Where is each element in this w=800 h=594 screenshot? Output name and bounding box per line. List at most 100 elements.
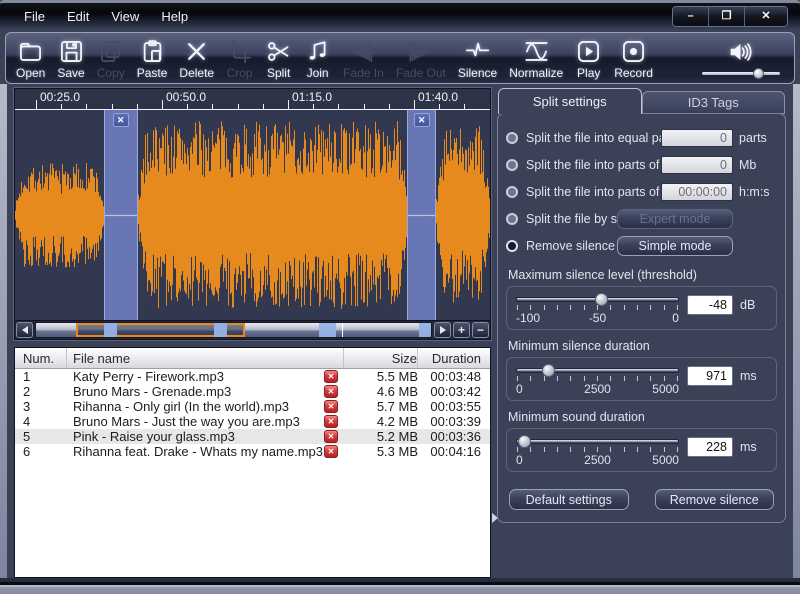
slider-groove[interactable]	[516, 368, 679, 373]
delete-file-button[interactable]: ✕	[324, 415, 338, 428]
option-label: Split the file into equal parts	[526, 131, 661, 145]
overview-silence-marker	[319, 323, 336, 337]
tab-id3-tags[interactable]: ID3 Tags	[642, 91, 786, 114]
tick-mark	[637, 376, 638, 381]
column-header-name[interactable]: File name	[67, 348, 344, 368]
table-row[interactable]: 3Rihanna - Only girl (In the world).mp3✕…	[15, 399, 490, 414]
toolbar-split-button[interactable]: Split	[259, 35, 298, 81]
timeline-minor-tick	[389, 104, 390, 109]
table-row[interactable]: 2Bruno Mars - Grenade.mp3✕4.6 MB00:03:42	[15, 384, 490, 399]
overview-track[interactable]	[35, 322, 432, 338]
file-name: Katy Perry - Firework.mp3	[67, 369, 324, 384]
toolbar-play-button[interactable]: Play	[569, 35, 608, 81]
timeline-minor-tick	[187, 104, 188, 109]
tick-label: 0	[516, 453, 570, 467]
tick-mark	[637, 447, 638, 452]
file-list-header: Num.File nameSizeDuration	[15, 348, 490, 369]
toolbar-record-button[interactable]: Record	[608, 35, 659, 81]
silence-region[interactable]: ✕	[407, 110, 436, 320]
delete-file-button[interactable]: ✕	[324, 400, 338, 413]
menu-view[interactable]: View	[101, 6, 149, 27]
waveform-display[interactable]: ✕✕	[15, 110, 490, 320]
cell-name: Pink - Raise your glass.mp3✕	[67, 429, 344, 444]
radio-button[interactable]	[506, 186, 518, 198]
option-value-input[interactable]	[661, 183, 733, 201]
toolbar-join-button[interactable]: Join	[298, 35, 337, 81]
slider-value-input[interactable]	[687, 366, 733, 386]
delete-file-button[interactable]: ✕	[324, 370, 338, 383]
timeline-ruler[interactable]: 00:25.000:50.001:15.001:40.0	[15, 89, 490, 110]
menu-edit[interactable]: Edit	[57, 6, 99, 27]
toolbar-open-button[interactable]: Open	[10, 35, 51, 81]
menu-file[interactable]: File	[14, 6, 55, 27]
close-icon: ✕	[761, 11, 770, 22]
action-buttons: Default settings Remove silence	[506, 489, 777, 510]
delete-file-icon: ✕	[328, 403, 335, 411]
tick-mark	[570, 376, 571, 381]
tick-mark	[530, 376, 531, 381]
menu-help[interactable]: Help	[151, 6, 198, 27]
delete-file-button[interactable]: ✕	[324, 385, 338, 398]
option-value-input[interactable]	[661, 156, 733, 174]
app-window: FileEditViewHelp –❐✕ OpenSaveCopyPasteDe…	[0, 0, 800, 594]
slider-value-input[interactable]	[687, 437, 733, 457]
column-header-num[interactable]: Num.	[15, 348, 67, 368]
remove-silence-button[interactable]: Remove silence	[655, 489, 775, 510]
scroll-right-button[interactable]	[434, 322, 451, 338]
slider-thumb[interactable]	[595, 293, 608, 306]
timeline-major-tick	[414, 100, 415, 109]
tick-mark	[570, 447, 571, 452]
play-icon	[575, 38, 602, 65]
table-row[interactable]: 6Rihanna feat. Drake - Whats my name.mp3…	[15, 444, 490, 459]
close-button[interactable]: ✕	[745, 7, 787, 26]
zoom-in-button[interactable]: +	[453, 322, 470, 338]
toolbar-silence-button[interactable]: Silence	[452, 35, 503, 81]
radio-button[interactable]	[506, 159, 518, 171]
radio-button[interactable]	[506, 213, 518, 225]
toolbar-button-label: Save	[57, 66, 84, 80]
slider-groove[interactable]	[516, 439, 679, 444]
minimize-button[interactable]: –	[673, 7, 709, 26]
radio-button[interactable]	[506, 132, 518, 144]
toolbar-normalize-button[interactable]: Normalize	[503, 35, 569, 81]
timeline-minor-tick	[238, 104, 239, 109]
default-settings-button[interactable]: Default settings	[509, 489, 629, 510]
paste-icon	[139, 38, 166, 65]
scroll-left-button[interactable]	[16, 322, 33, 338]
tick-mark	[624, 447, 625, 452]
toolbar-delete-button[interactable]: Delete	[173, 35, 220, 81]
tick-mark	[650, 305, 651, 310]
volume-slider-thumb[interactable]	[753, 68, 764, 79]
arrow-right-icon	[440, 326, 446, 334]
maximize-button[interactable]: ❐	[709, 7, 745, 26]
volume-slider[interactable]	[702, 72, 780, 75]
silence-region[interactable]: ✕	[104, 110, 138, 320]
tab-split-settings[interactable]: Split settings	[498, 88, 642, 114]
column-header-size[interactable]: Size	[344, 348, 418, 368]
option-value-input[interactable]	[661, 129, 733, 147]
settings-tabs: Split settingsID3 Tags	[497, 88, 786, 114]
delete-file-button[interactable]: ✕	[324, 445, 338, 458]
slider-value-input[interactable]	[687, 295, 733, 315]
table-row[interactable]: 1Katy Perry - Firework.mp3✕5.5 MB00:03:4…	[15, 369, 490, 384]
column-header-duration[interactable]: Duration	[418, 351, 490, 366]
simple-mode-button[interactable]: Simple mode	[617, 236, 733, 256]
delete-file-button[interactable]: ✕	[324, 430, 338, 443]
silence-region-close-button[interactable]: ✕	[113, 113, 129, 127]
zoom-out-button[interactable]: −	[472, 322, 489, 338]
cell-num: 2	[15, 384, 67, 399]
toolbar-button-label: Normalize	[509, 66, 563, 80]
split-option-row: Split the file into parts of sizeMb	[506, 151, 777, 178]
radio-button-selected[interactable]	[506, 240, 518, 252]
toolbar-button-label: Fade Out	[396, 66, 446, 80]
toolbar-copy-button: Copy	[91, 35, 131, 81]
toolbar-paste-button[interactable]: Paste	[131, 35, 174, 81]
tick-mark	[557, 305, 558, 310]
table-row[interactable]: 4Bruno Mars - Just the way you are.mp3✕4…	[15, 414, 490, 429]
waveform-panel: 00:25.000:50.001:15.001:40.0 ✕✕ +−	[14, 88, 491, 340]
slider-groove[interactable]	[516, 297, 679, 302]
table-row[interactable]: 5Pink - Raise your glass.mp3✕5.2 MB00:03…	[15, 429, 490, 444]
toolbar-save-button[interactable]: Save	[51, 35, 90, 81]
silence-region-close-button[interactable]: ✕	[414, 113, 430, 127]
column-header-name-label: File name	[67, 351, 343, 366]
